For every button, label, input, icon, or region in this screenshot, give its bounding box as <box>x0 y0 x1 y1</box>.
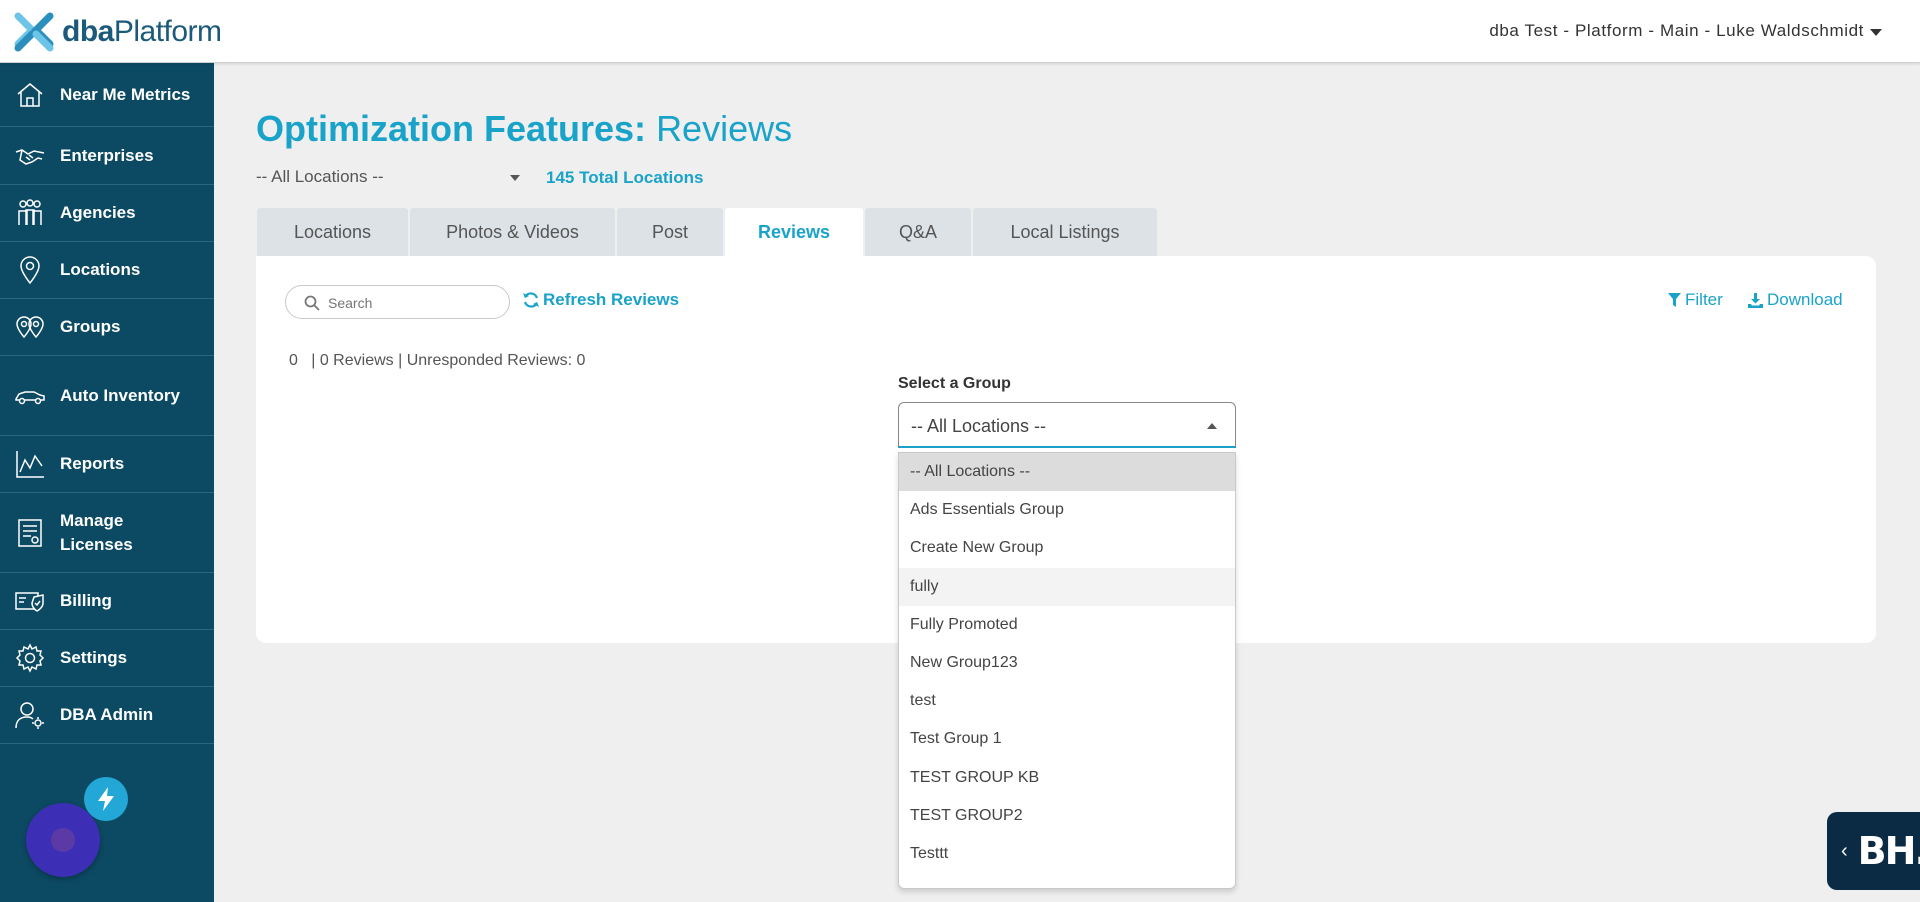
group-option[interactable]: Testtt <box>899 835 1235 873</box>
account-switcher-label[interactable]: dba Test - Platform - Main - Luke Waldsc… <box>1489 21 1864 41</box>
logo-text: dbaPlatform <box>62 15 222 48</box>
sidebar-item-settings[interactable]: Settings <box>0 630 214 687</box>
dba-platform-logo[interactable]: dbaPlatform <box>14 12 222 52</box>
tab-reviews[interactable]: Reviews <box>725 208 863 256</box>
download-icon <box>1748 292 1763 308</box>
sidebar-item-locations[interactable]: Locations <box>0 242 214 299</box>
billing-icon <box>14 585 46 617</box>
group-option[interactable]: Test Group 1 <box>899 720 1235 758</box>
tab-locations[interactable]: Locations <box>257 208 408 256</box>
account-caret-down-icon[interactable] <box>1870 29 1882 36</box>
handshake-icon <box>14 140 46 172</box>
group-option[interactable]: TEST GROUP2 <box>899 797 1235 835</box>
gear-icon <box>14 642 46 674</box>
caret-up-icon[interactable] <box>1207 423 1217 429</box>
sidebar-item-label: Groups <box>60 317 121 336</box>
tab-label: Reviews <box>757 221 831 242</box>
bh-logo-text: BH. <box>1857 829 1920 873</box>
chat-dot-icon <box>51 828 75 852</box>
refresh-icon <box>523 292 539 308</box>
feature-tabs: Locations Photos & Videos Post Reviews Q… <box>257 208 1159 256</box>
group-option[interactable]: -- All Locations -- <box>899 453 1235 492</box>
group-option[interactable]: test <box>899 682 1235 720</box>
review-counts: 0 | 0 Reviews | Unresponded Reviews: 0 <box>289 352 586 369</box>
location-select[interactable]: -- All Locations -- <box>256 167 521 187</box>
tab-label: Q&A <box>898 221 937 242</box>
sidebar-item-label: Settings <box>60 648 128 667</box>
filter-label: Filter <box>1685 290 1723 309</box>
multi-pin-icon <box>14 311 46 343</box>
search-box[interactable] <box>285 285 510 319</box>
sidebar-item-label: Auto Inventory <box>60 385 180 405</box>
map-pin-icon <box>14 254 46 286</box>
search-input[interactable] <box>328 292 498 314</box>
lightning-bolt-icon <box>98 787 114 811</box>
tab-label: Post <box>651 221 689 242</box>
search-icon <box>304 295 320 311</box>
tab-local-listings[interactable]: Local Listings <box>973 208 1157 256</box>
sidebar-item-manage-licenses[interactable]: Manage Licenses <box>0 493 214 573</box>
sidebar-item-label: Near Me Metrics <box>60 84 191 104</box>
sidebar-item-auto-inventory[interactable]: Auto Inventory <box>0 356 214 436</box>
tab-photos-videos[interactable]: Photos & Videos <box>410 208 615 256</box>
tab-label: Local Listings <box>1010 221 1120 242</box>
sidebar-item-label: Agencies <box>60 203 136 222</box>
sidebar-item-dba-admin[interactable]: DBA Admin <box>0 687 214 744</box>
filter-button[interactable]: Filter <box>1668 290 1723 310</box>
lightning-bolt-button[interactable] <box>84 777 128 821</box>
group-option[interactable]: TEST GROUP KB <box>899 759 1235 797</box>
sidebar-item-agencies[interactable]: Agencies <box>0 185 214 242</box>
admin-user-icon <box>14 699 46 731</box>
logo-x-icon <box>14 12 54 52</box>
sidebar-item-label: Billing <box>60 591 112 610</box>
location-select-caret-icon[interactable] <box>510 175 520 181</box>
sidebar-item-label: Reports <box>60 454 125 473</box>
sidebar-item-label: Manage Licenses <box>60 510 133 554</box>
sidebar-item-billing[interactable]: Billing <box>0 573 214 630</box>
bh-widget-tab[interactable]: ‹ BH. <box>1827 812 1920 890</box>
car-icon <box>14 380 46 412</box>
page-title: Optimization Features: Reviews <box>256 108 793 149</box>
license-icon <box>14 517 46 549</box>
sidebar-item-label: DBA Admin <box>60 705 154 724</box>
group-option[interactable]: fully <box>899 567 1235 606</box>
tab-qa[interactable]: Q&A <box>865 208 971 256</box>
refresh-reviews-button[interactable]: Refresh Reviews <box>522 290 679 310</box>
sidebar-item-enterprises[interactable]: Enterprises <box>0 127 214 185</box>
house-icon <box>14 79 46 111</box>
chat-launcher-button[interactable] <box>26 803 100 877</box>
line-chart-icon <box>14 448 46 480</box>
tab-post[interactable]: Post <box>617 208 723 256</box>
download-button[interactable]: Download <box>1748 290 1843 310</box>
sidebar-item-label: Enterprises <box>60 145 154 165</box>
group-select-input[interactable] <box>911 414 1201 438</box>
sidebar-item-near-me-metrics[interactable]: Near Me Metrics <box>0 63 214 127</box>
top-header: dbaPlatform dba Test - Platform - Main -… <box>0 0 1920 63</box>
group-option[interactable]: New Group123 <box>899 644 1235 682</box>
sidebar-item-label: Locations <box>60 260 141 279</box>
total-locations-link[interactable]: 145 Total Locations <box>546 168 703 188</box>
tab-label: Photos & Videos <box>446 221 579 242</box>
group-option[interactable]: Create New Group <box>899 529 1235 567</box>
group-dropdown-list: -- All Locations -- Ads Essentials Group… <box>898 452 1236 889</box>
tab-label: Locations <box>293 221 372 242</box>
people-icon <box>14 197 46 229</box>
group-select[interactable] <box>898 402 1236 448</box>
download-label: Download <box>1767 290 1843 309</box>
group-option[interactable]: Ads Essentials Group <box>899 491 1235 529</box>
sidebar-item-groups[interactable]: Groups <box>0 299 214 356</box>
sidebar-item-reports[interactable]: Reports <box>0 436 214 493</box>
refresh-reviews-label: Refresh Reviews <box>543 290 680 309</box>
chevron-left-icon: ‹ <box>1841 839 1848 862</box>
group-option[interactable]: Fully Promoted <box>899 606 1235 644</box>
filter-icon <box>1668 293 1681 307</box>
select-group-label: Select a Group <box>898 375 1011 392</box>
